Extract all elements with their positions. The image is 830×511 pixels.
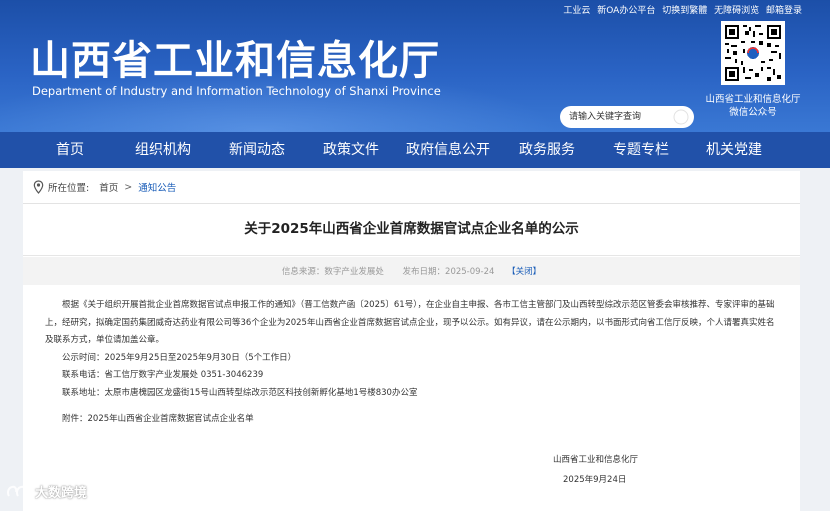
- notice-period: 公示时间：2025年9月25日至2025年9月30日（5个工作日）: [62, 352, 297, 363]
- top-links: 工业云 新OA办公平台 切换到繁體 无障碍浏览 邮箱登录: [559, 3, 802, 16]
- qr-caption-line2: 微信公众号: [729, 107, 777, 118]
- watermark-text: 大数跨境: [35, 486, 88, 501]
- link-accessibility[interactable]: 无障碍浏览: [714, 6, 759, 16]
- link-oa-platform[interactable]: 新OA办公平台: [597, 6, 655, 16]
- site-title-english: Department of Industry and Information T…: [32, 84, 441, 98]
- nav-item-home[interactable]: 首页: [56, 132, 84, 168]
- link-email-login[interactable]: 邮箱登录: [766, 6, 802, 16]
- breadcrumb-current[interactable]: 通知公告: [138, 180, 176, 194]
- search-box: [560, 106, 694, 128]
- search-input[interactable]: [569, 110, 669, 124]
- article-date: 发布日期：2025-09-24: [402, 267, 495, 277]
- signature: 山西省工业和信息化厅: [553, 455, 639, 465]
- nav-item-policy[interactable]: 政策文件: [323, 132, 379, 168]
- divider: [23, 203, 800, 204]
- qr-caption-line1: 山西省工业和信息化厅: [705, 94, 801, 105]
- article-paragraph: 根据《关于组织开展首批企业首席数据官试点申报工作的通知》（晋工信数产函〔2025…: [45, 300, 775, 345]
- article-meta: 信息来源：数字产业发展处 发布日期：2025-09-24 【关闭】: [23, 265, 800, 277]
- nav-item-party[interactable]: 机关党建: [706, 132, 762, 168]
- search-icon[interactable]: [673, 109, 689, 125]
- article-body: 根据《关于组织开展首批企业首席数据官试点申报工作的通知》（晋工信数产函〔2025…: [45, 297, 775, 429]
- breadcrumb-separator: >: [124, 181, 133, 193]
- article-card: 所在位置: 首页 > 通知公告 关于2025年山西省企业首席数据官试点企业名单的…: [23, 171, 800, 511]
- link-industry-cloud[interactable]: 工业云: [563, 6, 590, 16]
- contact-address: 联系地址：太原市唐槐园区龙盛街15号山西转型综改示范区科技创新孵化基地1号楼83…: [62, 387, 418, 398]
- watermark: 大数跨境: [6, 482, 87, 501]
- article-title: 关于2025年山西省企业首席数据官试点企业名单的公示: [244, 221, 579, 237]
- article-source: 信息来源：数字产业发展处: [281, 267, 384, 277]
- qr-caption: 山西省工业和信息化厅 微信公众号: [694, 93, 812, 119]
- divider: [23, 255, 800, 256]
- sign-date: 2025年9月24日: [563, 475, 627, 485]
- main-nav: 首页 组织机构 新闻动态 政策文件 政府信息公开 政务服务 专题专栏 机关党建: [0, 132, 830, 168]
- attachment-link[interactable]: 附件：2025年山西省企业首席数据官试点企业名单: [45, 411, 775, 429]
- breadcrumb-label: 所在位置:: [48, 183, 90, 194]
- site-header: 工业云 新OA办公平台 切换到繁體 无障碍浏览 邮箱登录 山西省工业和信息化厅 …: [0, 0, 830, 132]
- nav-item-topics[interactable]: 专题专栏: [613, 132, 669, 168]
- watermark-logo-icon: [7, 485, 30, 497]
- nav-item-gov-info[interactable]: 政府信息公开: [406, 132, 490, 168]
- nav-item-organization[interactable]: 组织机构: [135, 132, 191, 168]
- nav-item-news[interactable]: 新闻动态: [229, 132, 285, 168]
- qr-code-icon: [721, 21, 785, 85]
- link-traditional[interactable]: 切换到繁體: [662, 6, 707, 16]
- close-link[interactable]: 【关闭】: [507, 267, 541, 277]
- nav-item-services[interactable]: 政务服务: [519, 132, 575, 168]
- contact-phone: 联系电话：省工信厅数字产业发展处 0351-3046239: [62, 370, 264, 380]
- breadcrumb: 所在位置: 首页 > 通知公告: [33, 179, 176, 195]
- site-title: 山西省工业和信息化厅: [30, 38, 440, 84]
- location-pin-icon: [33, 180, 44, 194]
- breadcrumb-home[interactable]: 首页: [99, 180, 118, 194]
